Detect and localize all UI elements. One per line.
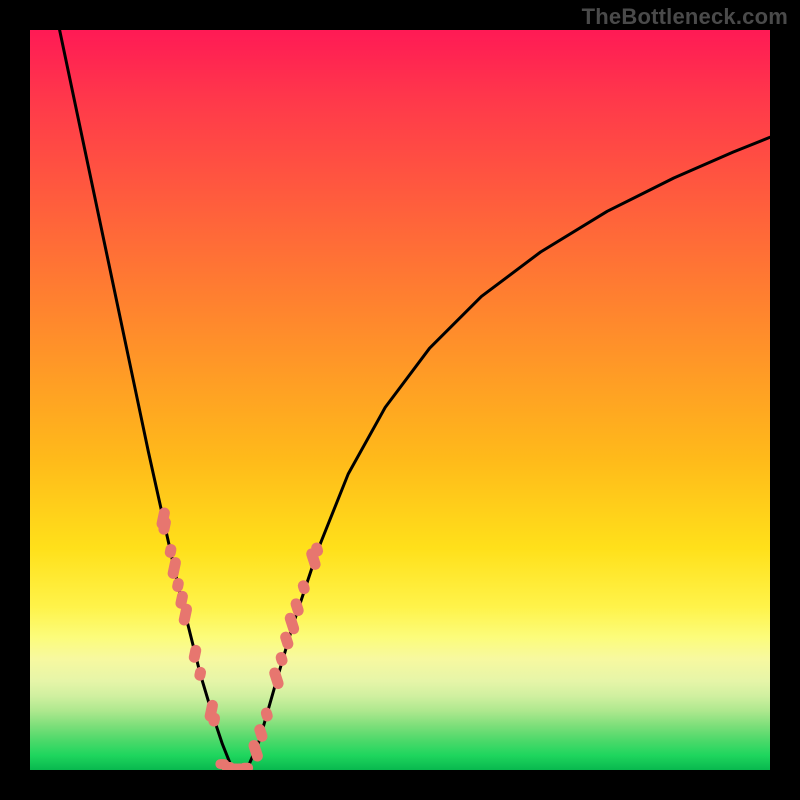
marker-layer — [156, 506, 325, 770]
bead-marker — [171, 577, 185, 593]
bead-marker — [164, 543, 178, 559]
bead-marker — [167, 556, 182, 580]
bead-marker — [239, 763, 253, 770]
bead-marker — [188, 644, 203, 664]
bead-marker — [274, 651, 289, 668]
bead-marker — [268, 666, 285, 690]
bottleneck-curve — [60, 30, 770, 770]
bead-marker — [247, 739, 264, 763]
plot-area — [30, 30, 770, 770]
curve-layer — [60, 30, 770, 770]
bead-marker — [193, 666, 207, 682]
outer-frame: TheBottleneck.com — [0, 0, 800, 800]
chart-svg — [30, 30, 770, 770]
bead-marker — [259, 706, 274, 723]
watermark-text: TheBottleneck.com — [582, 4, 788, 30]
